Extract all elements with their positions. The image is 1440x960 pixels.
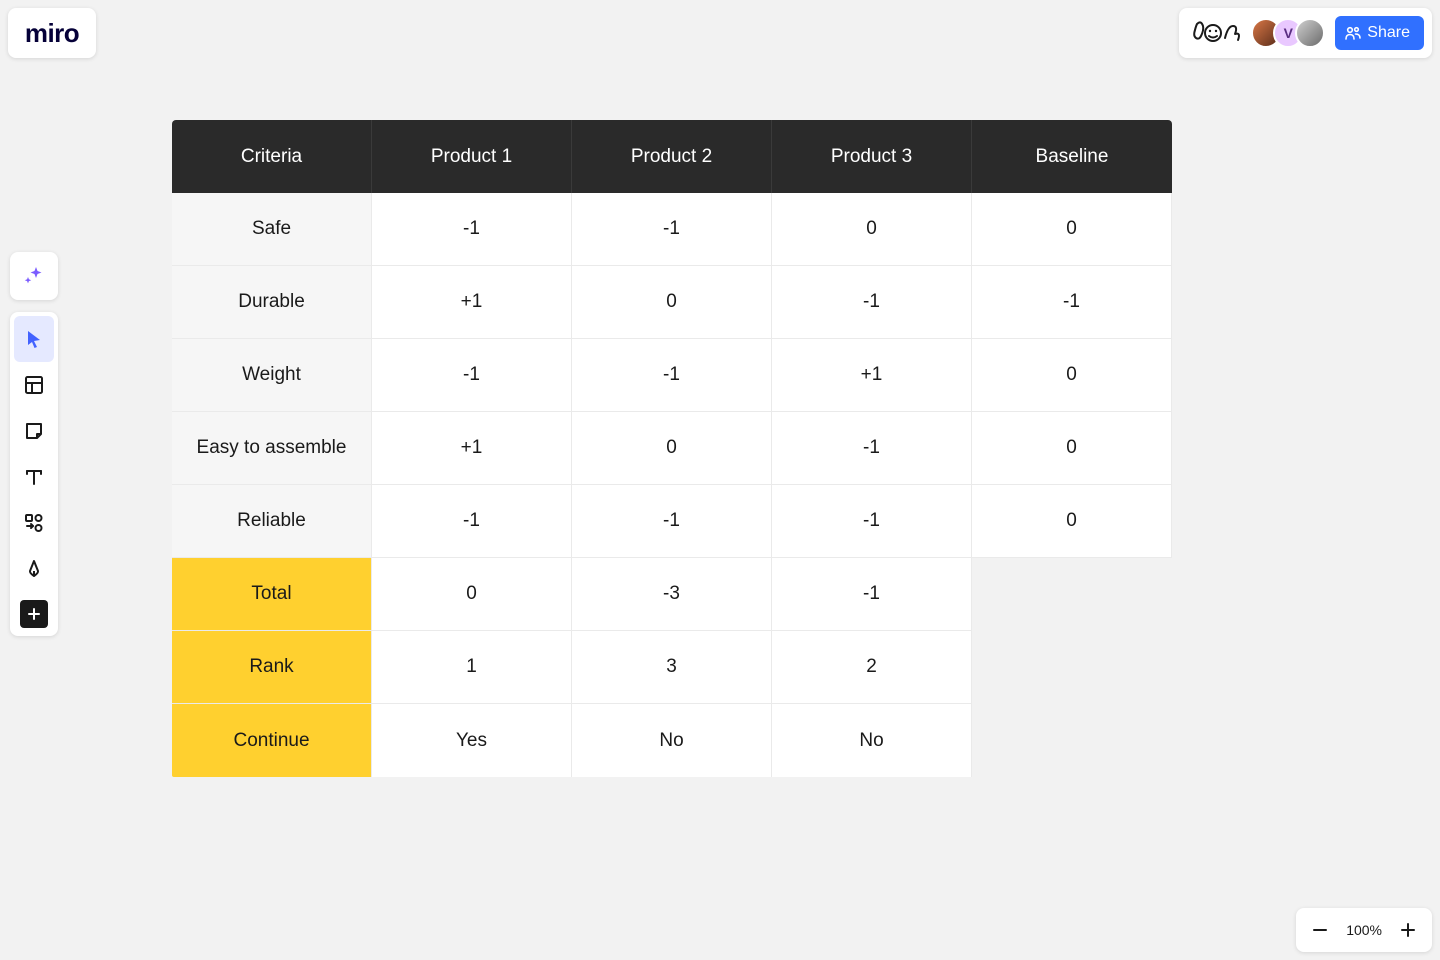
minus-icon xyxy=(1311,921,1329,939)
value-cell[interactable]: 0 xyxy=(572,412,772,485)
table-row: Weight -1 -1 +1 0 xyxy=(172,339,1172,412)
plus-icon xyxy=(1399,921,1417,939)
table-row: Durable +1 0 -1 -1 xyxy=(172,266,1172,339)
value-cell[interactable]: 0 xyxy=(372,558,572,631)
more-tools-button[interactable] xyxy=(20,600,48,628)
header-cell[interactable]: Product 2 xyxy=(572,120,772,193)
avatar-letter: V xyxy=(1284,25,1293,41)
sticky-note-icon xyxy=(23,420,45,442)
ai-assist-button[interactable] xyxy=(10,252,58,300)
header-cell[interactable]: Product 3 xyxy=(772,120,972,193)
value-cell[interactable]: +1 xyxy=(372,412,572,485)
value-cell[interactable]: 0 xyxy=(772,193,972,266)
value-cell[interactable]: -1 xyxy=(772,266,972,339)
value-cell[interactable]: Yes xyxy=(372,704,572,777)
value-cell[interactable]: 0 xyxy=(972,485,1172,558)
zoom-out-button[interactable] xyxy=(1304,914,1336,946)
templates-tool[interactable] xyxy=(14,362,54,408)
table-row: Reliable -1 -1 -1 0 xyxy=(172,485,1172,558)
shapes-tool[interactable] xyxy=(14,500,54,546)
value-cell[interactable]: -1 xyxy=(572,339,772,412)
value-cell[interactable]: 0 xyxy=(972,193,1172,266)
summary-label-cell[interactable]: Continue xyxy=(172,704,372,777)
criteria-cell[interactable]: Safe xyxy=(172,193,372,266)
people-icon xyxy=(1345,25,1361,41)
table-row: Safe -1 -1 0 0 xyxy=(172,193,1172,266)
tool-palette xyxy=(10,312,58,636)
cursor-icon xyxy=(23,328,45,350)
sparkle-icon xyxy=(22,264,46,288)
share-button[interactable]: Share xyxy=(1335,16,1424,50)
avatar[interactable] xyxy=(1295,18,1325,48)
criteria-cell[interactable]: Reliable xyxy=(172,485,372,558)
topbar: V Share xyxy=(1179,8,1432,58)
value-cell[interactable]: -1 xyxy=(372,193,572,266)
plus-icon xyxy=(27,607,41,621)
zoom-level[interactable]: 100% xyxy=(1340,922,1388,938)
value-cell[interactable]: +1 xyxy=(372,266,572,339)
collaborator-avatars[interactable]: V xyxy=(1251,18,1325,48)
layout-icon xyxy=(23,374,45,396)
table-row: Continue Yes No No xyxy=(172,704,972,777)
pen-tool[interactable] xyxy=(14,546,54,592)
share-label: Share xyxy=(1367,24,1410,42)
value-cell[interactable]: 0 xyxy=(972,339,1172,412)
table-header-row: Criteria Product 1 Product 2 Product 3 B… xyxy=(172,120,1172,193)
pen-icon xyxy=(23,558,45,580)
table-row: Easy to assemble +1 0 -1 0 xyxy=(172,412,1172,485)
value-cell[interactable]: -1 xyxy=(972,266,1172,339)
criteria-cell[interactable]: Durable xyxy=(172,266,372,339)
select-tool[interactable] xyxy=(14,316,54,362)
zoom-in-button[interactable] xyxy=(1392,914,1424,946)
brand-logo-text: miro xyxy=(25,18,79,49)
value-cell[interactable]: 1 xyxy=(372,631,572,704)
table-row: Rank 1 3 2 xyxy=(172,631,972,704)
summary-label-cell[interactable]: Rank xyxy=(172,631,372,704)
value-cell[interactable]: -1 xyxy=(372,339,572,412)
header-cell[interactable]: Baseline xyxy=(972,120,1172,193)
value-cell[interactable]: No xyxy=(572,704,772,777)
value-cell[interactable]: -1 xyxy=(772,412,972,485)
value-cell[interactable]: -1 xyxy=(772,558,972,631)
criteria-cell[interactable]: Easy to assemble xyxy=(172,412,372,485)
value-cell[interactable]: -1 xyxy=(572,485,772,558)
zoom-controls: 100% xyxy=(1296,908,1432,952)
value-cell[interactable]: -1 xyxy=(372,485,572,558)
value-cell[interactable]: 3 xyxy=(572,631,772,704)
summary-label-cell[interactable]: Total xyxy=(172,558,372,631)
value-cell[interactable]: -1 xyxy=(572,193,772,266)
brand-logo[interactable]: miro xyxy=(8,8,96,58)
header-cell[interactable]: Product 1 xyxy=(372,120,572,193)
value-cell[interactable]: 0 xyxy=(972,412,1172,485)
reactions-icon[interactable] xyxy=(1191,20,1241,46)
text-icon xyxy=(23,466,45,488)
value-cell[interactable]: -1 xyxy=(772,485,972,558)
header-cell[interactable]: Criteria xyxy=(172,120,372,193)
value-cell[interactable]: 2 xyxy=(772,631,972,704)
text-tool[interactable] xyxy=(14,454,54,500)
value-cell[interactable]: 0 xyxy=(572,266,772,339)
table-row: Total 0 -3 -1 xyxy=(172,558,972,631)
sticky-note-tool[interactable] xyxy=(14,408,54,454)
value-cell[interactable]: -3 xyxy=(572,558,772,631)
value-cell[interactable]: No xyxy=(772,704,972,777)
value-cell[interactable]: +1 xyxy=(772,339,972,412)
pugh-matrix-table[interactable]: Criteria Product 1 Product 2 Product 3 B… xyxy=(172,120,1172,777)
criteria-cell[interactable]: Weight xyxy=(172,339,372,412)
shapes-icon xyxy=(23,512,45,534)
